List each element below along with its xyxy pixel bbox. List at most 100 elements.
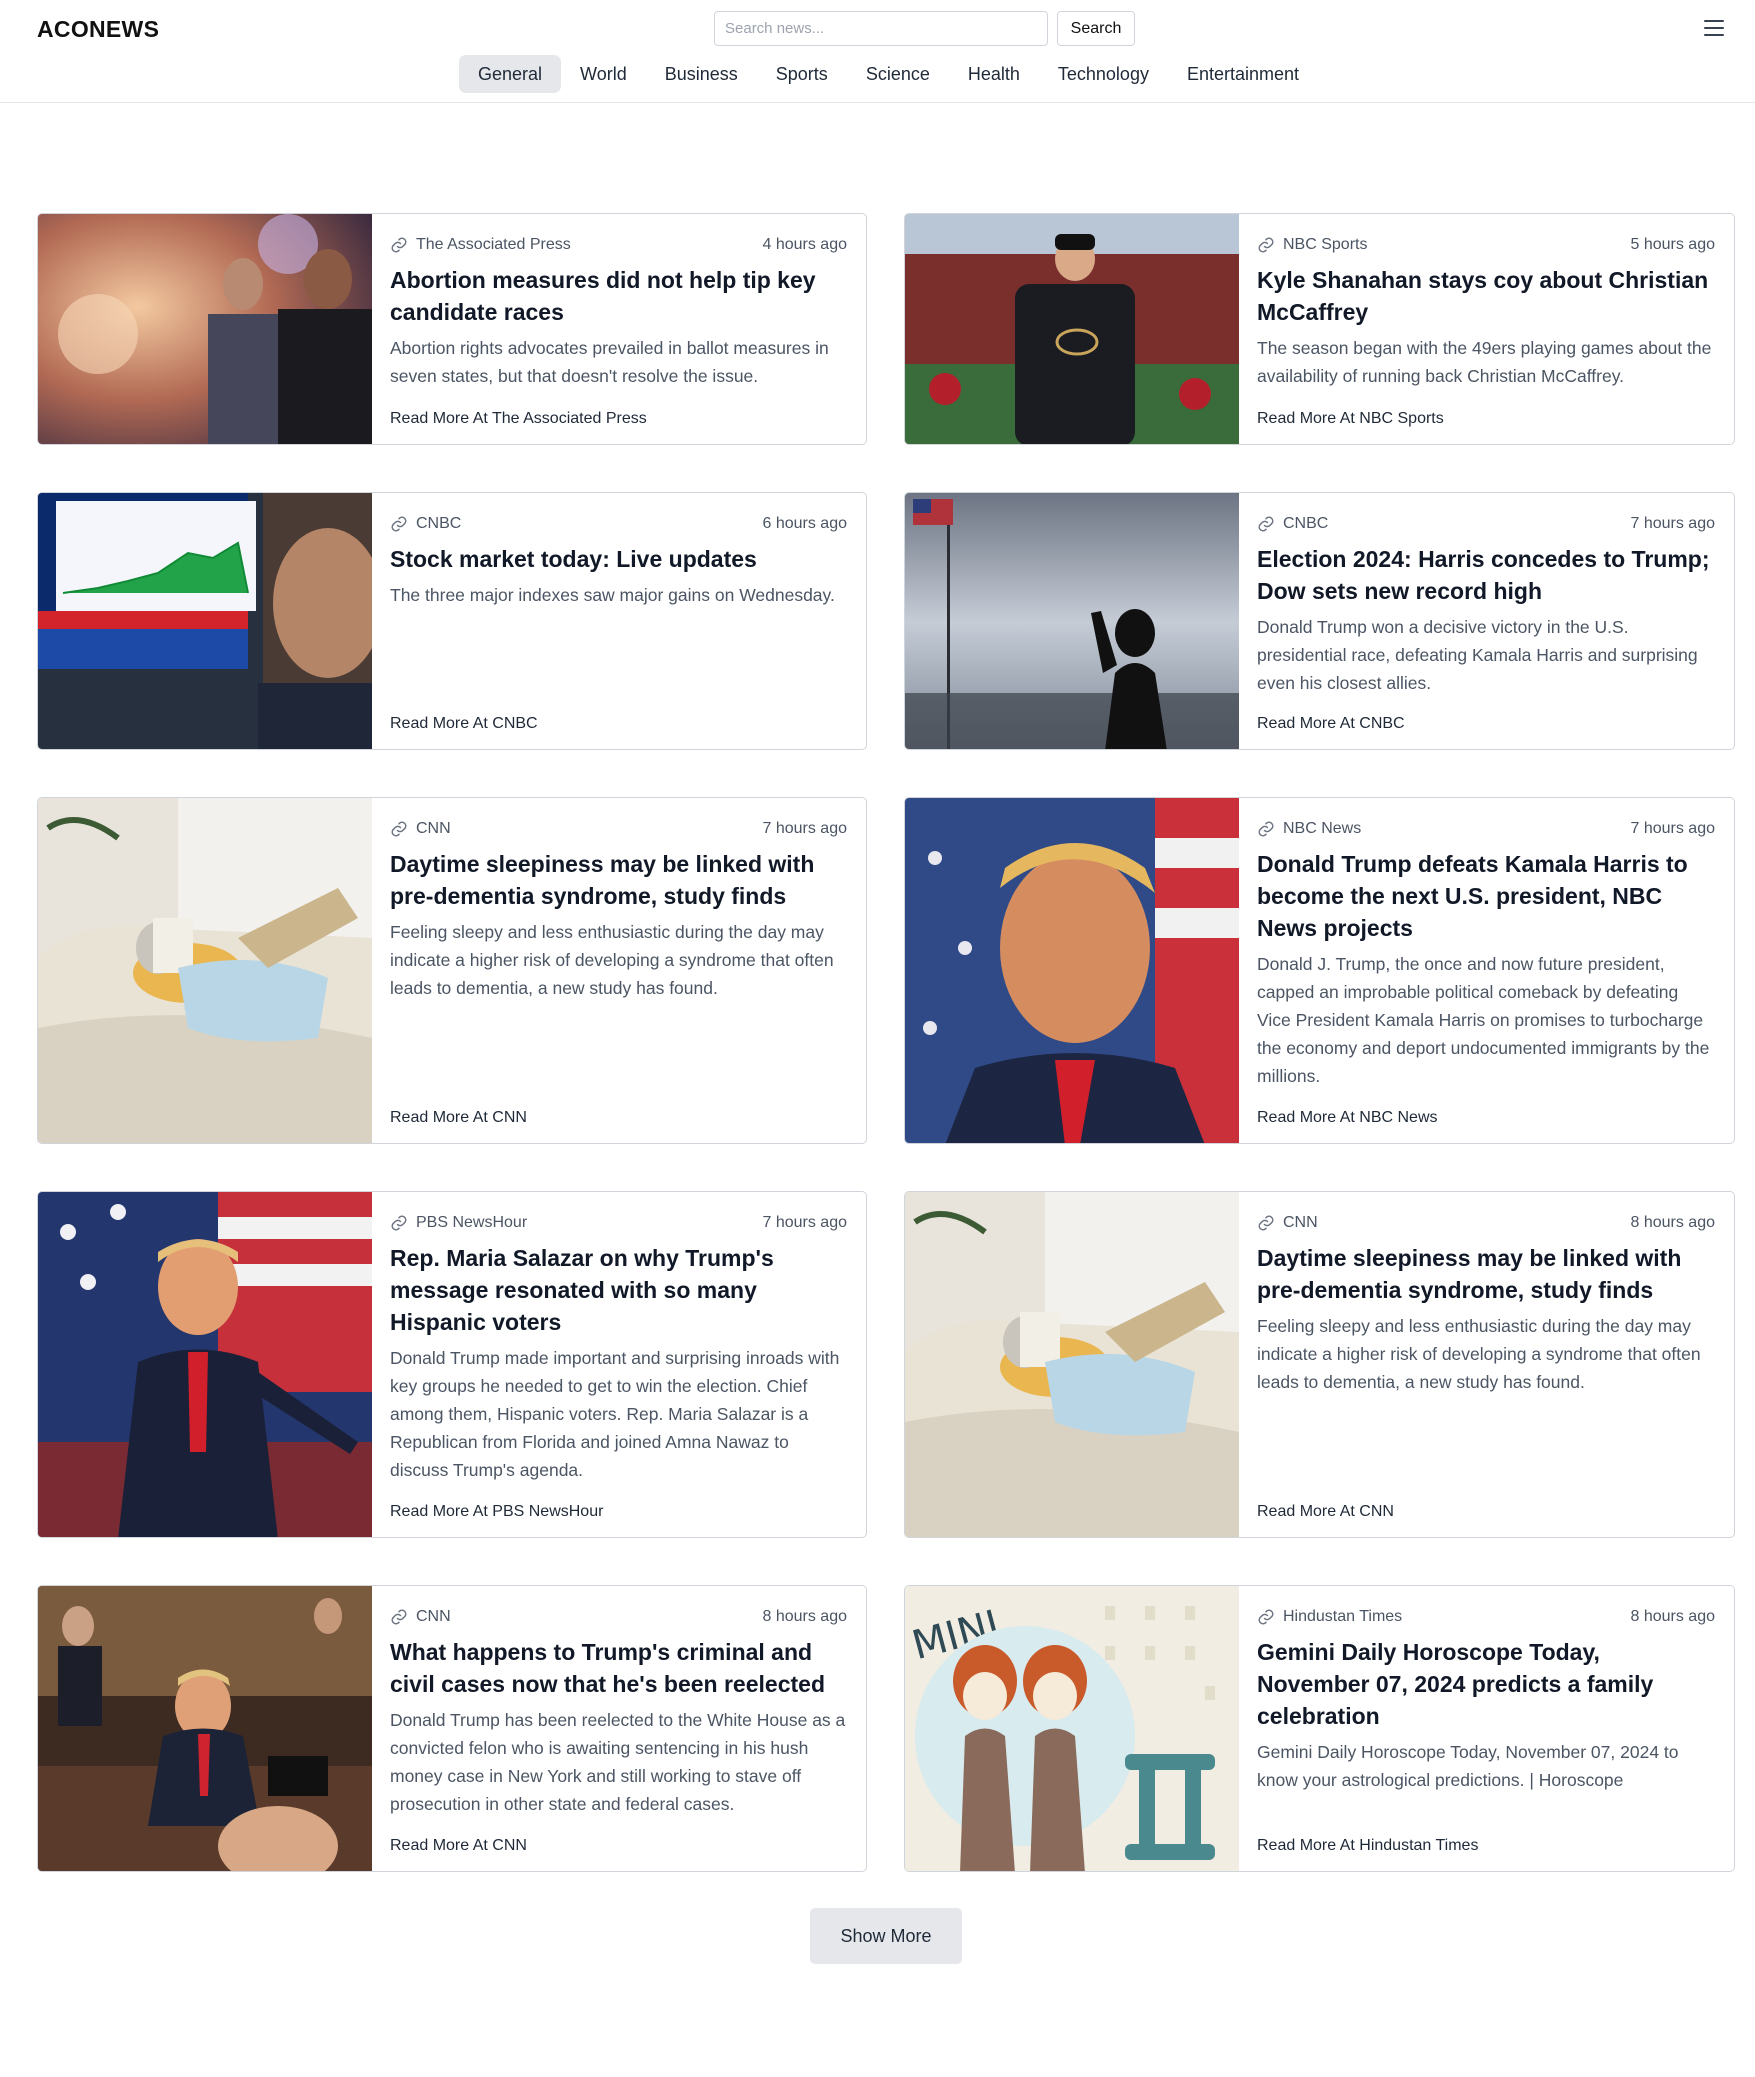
source: CNBC bbox=[390, 515, 461, 533]
source-name: CNBC bbox=[416, 515, 462, 532]
article-image[interactable] bbox=[38, 1586, 372, 1871]
news-card[interactable]: CNN 7 hours ago Daytime sleepiness may b… bbox=[37, 797, 867, 1144]
article-title[interactable]: Gemini Daily Horoscope Today, November 0… bbox=[1257, 1636, 1715, 1732]
article-title[interactable]: Abortion measures did not help tip key c… bbox=[390, 264, 847, 328]
link-icon bbox=[391, 1215, 407, 1231]
read-more-link[interactable]: Read More At NBC Sports bbox=[1257, 410, 1444, 428]
link-icon bbox=[391, 516, 407, 532]
read-more-link[interactable]: Read More At CNBC bbox=[1257, 715, 1405, 733]
site-logo[interactable]: ACONEWS bbox=[37, 16, 159, 43]
article-image[interactable] bbox=[905, 1192, 1239, 1537]
tab-technology[interactable]: Technology bbox=[1039, 55, 1168, 93]
read-more-link[interactable]: Read More At CNN bbox=[390, 1837, 527, 1855]
article-image[interactable] bbox=[38, 493, 372, 749]
tab-business[interactable]: Business bbox=[646, 55, 757, 93]
article-title[interactable]: Kyle Shanahan stays coy about Christian … bbox=[1257, 264, 1715, 328]
article-description: Donald J. Trump, the once and now future… bbox=[1257, 954, 1710, 1086]
tab-entertainment[interactable]: Entertainment bbox=[1168, 55, 1318, 93]
article-description: The three major indexes saw major gains … bbox=[390, 585, 835, 605]
source-name: CNN bbox=[416, 820, 451, 837]
card-body: NBC News 7 hours ago Donald Trump defeat… bbox=[1239, 798, 1734, 1143]
article-title[interactable]: Daytime sleepiness may be linked with pr… bbox=[1257, 1242, 1715, 1306]
card-meta: CNBC 7 hours ago bbox=[1257, 513, 1715, 535]
tab-science[interactable]: Science bbox=[847, 55, 949, 93]
card-body: CNN 8 hours ago Daytime sleepiness may b… bbox=[1239, 1192, 1734, 1537]
search-bar: Search bbox=[714, 11, 1135, 46]
link-icon bbox=[391, 1609, 407, 1625]
source-name: The Associated Press bbox=[416, 236, 571, 253]
card-body: The Associated Press 4 hours ago Abortio… bbox=[372, 214, 866, 444]
news-card[interactable]: MINI Hindustan Times 8 hours ago Gemini bbox=[904, 1585, 1735, 1872]
news-card[interactable]: CNN 8 hours ago Daytime sleepiness may b… bbox=[904, 1191, 1735, 1538]
tab-sports[interactable]: Sports bbox=[757, 55, 847, 93]
timestamp: 8 hours ago bbox=[1630, 1608, 1715, 1625]
news-card[interactable]: The Associated Press 4 hours ago Abortio… bbox=[37, 213, 867, 445]
card-meta: CNN 8 hours ago bbox=[1257, 1212, 1715, 1234]
link-icon bbox=[1258, 516, 1274, 532]
article-description: Gemini Daily Horoscope Today, November 0… bbox=[1257, 1742, 1679, 1790]
news-card[interactable]: NBC Sports 5 hours ago Kyle Shanahan sta… bbox=[904, 213, 1735, 445]
card-body: CNBC 6 hours ago Stock market today: Liv… bbox=[372, 493, 866, 749]
read-more-link[interactable]: Read More At CNN bbox=[1257, 1503, 1394, 1521]
link-icon bbox=[1258, 1215, 1274, 1231]
card-body: PBS NewsHour 7 hours ago Rep. Maria Sala… bbox=[372, 1192, 866, 1537]
timestamp: 5 hours ago bbox=[1630, 236, 1715, 253]
top-navbar: ACONEWS Search General World Business Sp… bbox=[0, 0, 1755, 103]
card-body: CNN 8 hours ago What happens to Trump's … bbox=[372, 1586, 866, 1871]
article-title[interactable]: Daytime sleepiness may be linked with pr… bbox=[390, 848, 847, 912]
search-button[interactable]: Search bbox=[1057, 11, 1135, 46]
timestamp: 7 hours ago bbox=[1630, 820, 1715, 837]
source: CNN bbox=[390, 820, 451, 838]
tab-world[interactable]: World bbox=[561, 55, 646, 93]
read-more-link[interactable]: Read More At CNBC bbox=[390, 715, 538, 733]
card-meta: CNBC 6 hours ago bbox=[390, 513, 847, 535]
article-title[interactable]: Stock market today: Live updates bbox=[390, 543, 847, 575]
article-image[interactable] bbox=[905, 214, 1239, 444]
source: CNN bbox=[390, 1608, 451, 1626]
news-card[interactable]: NBC News 7 hours ago Donald Trump defeat… bbox=[904, 797, 1735, 1144]
timestamp: 4 hours ago bbox=[762, 236, 847, 253]
news-card[interactable]: CNBC 6 hours ago Stock market today: Liv… bbox=[37, 492, 867, 750]
timestamp: 7 hours ago bbox=[762, 1214, 847, 1231]
source: The Associated Press bbox=[390, 236, 571, 254]
source: Hindustan Times bbox=[1257, 1608, 1402, 1626]
read-more-link[interactable]: Read More At PBS NewsHour bbox=[390, 1503, 603, 1521]
link-icon bbox=[1258, 1609, 1274, 1625]
search-input[interactable] bbox=[714, 11, 1048, 46]
news-card[interactable]: PBS NewsHour 7 hours ago Rep. Maria Sala… bbox=[37, 1191, 867, 1538]
source: NBC Sports bbox=[1257, 236, 1367, 254]
article-title[interactable]: Donald Trump defeats Kamala Harris to be… bbox=[1257, 848, 1715, 944]
source-name: CNBC bbox=[1283, 515, 1329, 532]
read-more-link[interactable]: Read More At The Associated Press bbox=[390, 410, 647, 428]
article-title[interactable]: Election 2024: Harris concedes to Trump;… bbox=[1257, 543, 1715, 607]
article-image[interactable] bbox=[38, 214, 372, 444]
card-body: CNN 7 hours ago Daytime sleepiness may b… bbox=[372, 798, 866, 1143]
article-title[interactable]: Rep. Maria Salazar on why Trump's messag… bbox=[390, 1242, 847, 1338]
news-card[interactable]: CNBC 7 hours ago Election 2024: Harris c… bbox=[904, 492, 1735, 750]
article-image[interactable]: MINI bbox=[905, 1586, 1239, 1871]
read-more-link[interactable]: Read More At NBC News bbox=[1257, 1109, 1438, 1127]
article-image[interactable] bbox=[38, 1192, 372, 1537]
card-body: Hindustan Times 8 hours ago Gemini Daily… bbox=[1239, 1586, 1734, 1871]
hamburger-menu-icon[interactable] bbox=[1703, 18, 1725, 38]
tab-health[interactable]: Health bbox=[949, 55, 1039, 93]
timestamp: 7 hours ago bbox=[762, 820, 847, 837]
category-tabs: General World Business Sports Science He… bbox=[459, 55, 1318, 93]
news-card[interactable]: CNN 8 hours ago What happens to Trump's … bbox=[37, 1585, 867, 1872]
tab-general[interactable]: General bbox=[459, 55, 562, 93]
article-image[interactable] bbox=[38, 798, 372, 1143]
article-image[interactable] bbox=[905, 798, 1239, 1143]
article-description: Donald Trump has been reelected to the W… bbox=[390, 1710, 846, 1814]
article-description: Feeling sleepy and less enthusiastic dur… bbox=[390, 922, 834, 998]
timestamp: 7 hours ago bbox=[1630, 515, 1715, 532]
read-more-link[interactable]: Read More At CNN bbox=[390, 1109, 527, 1127]
card-meta: CNN 7 hours ago bbox=[390, 818, 847, 840]
article-image[interactable] bbox=[905, 493, 1239, 749]
link-icon bbox=[1258, 237, 1274, 253]
source: PBS NewsHour bbox=[390, 1214, 527, 1232]
source-name: CNN bbox=[416, 1608, 451, 1625]
read-more-link[interactable]: Read More At Hindustan Times bbox=[1257, 1837, 1478, 1855]
link-icon bbox=[1258, 821, 1274, 837]
article-title[interactable]: What happens to Trump's criminal and civ… bbox=[390, 1636, 847, 1700]
show-more-button[interactable]: Show More bbox=[810, 1908, 962, 1964]
